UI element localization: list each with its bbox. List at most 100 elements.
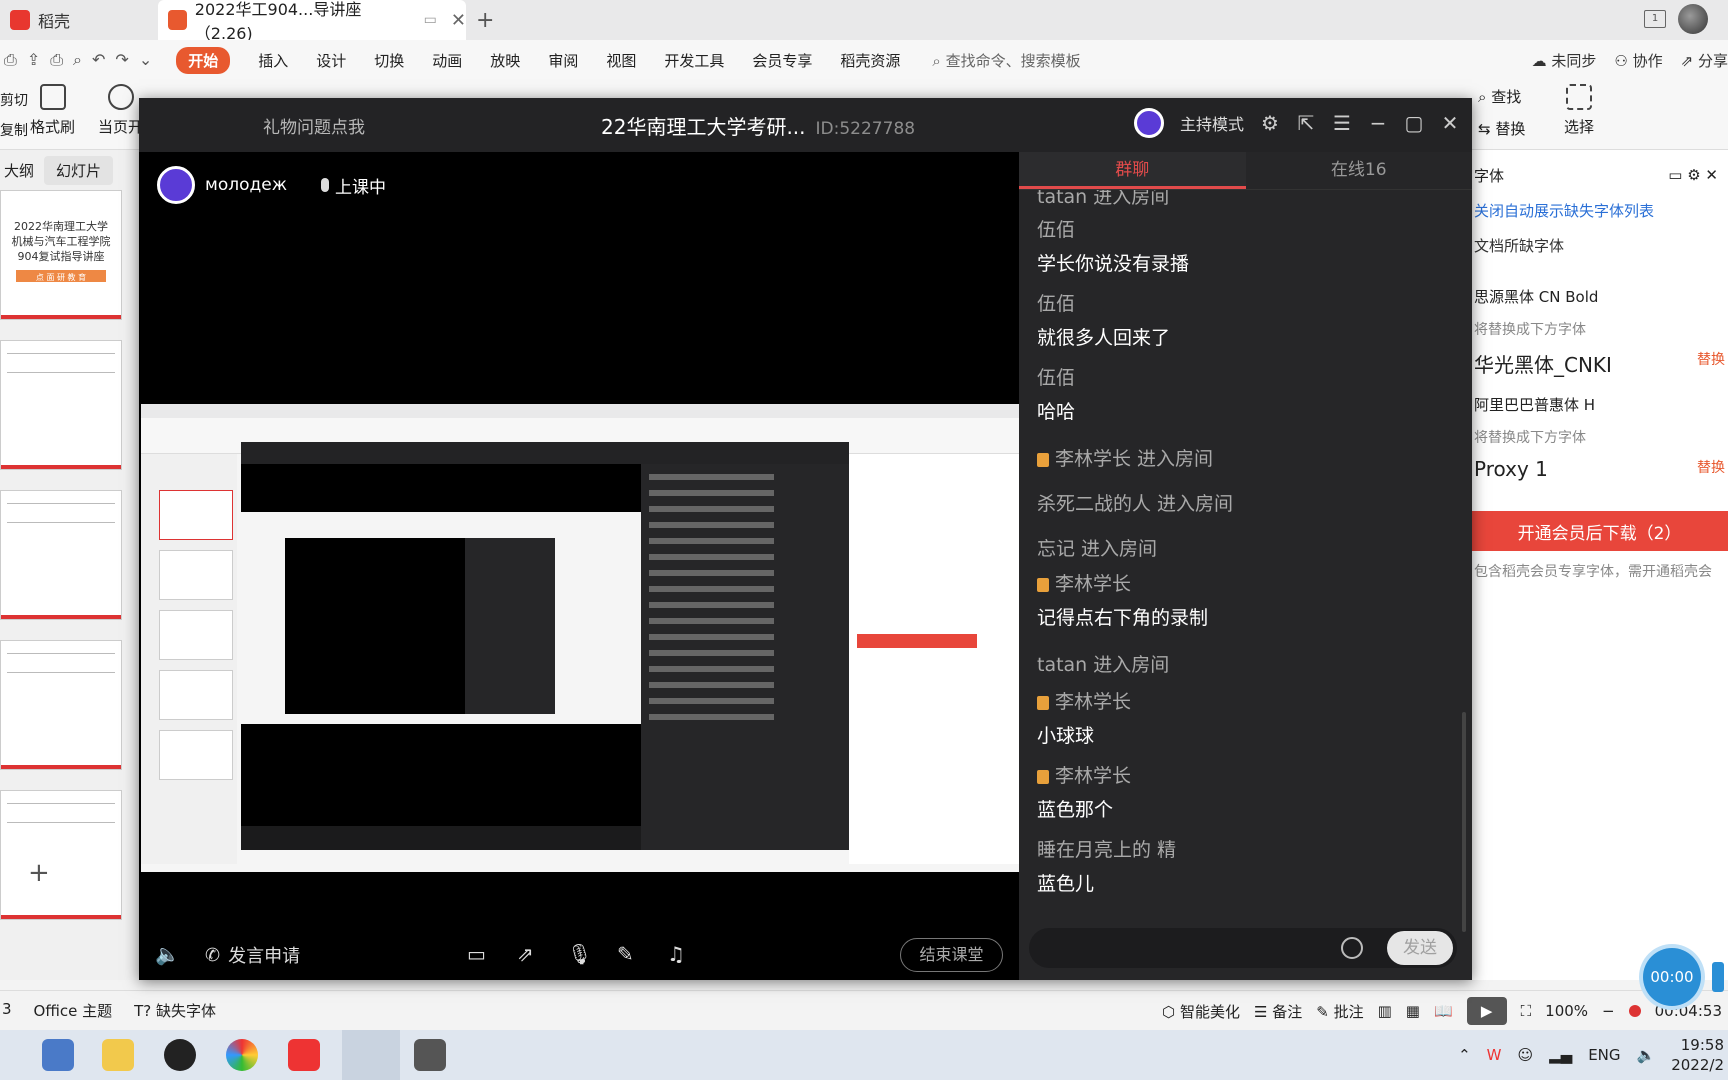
menu-design[interactable]: 设计: [316, 50, 346, 71]
slide-thumbnail-2[interactable]: [0, 340, 122, 470]
tab-outline[interactable]: 大纲: [4, 160, 34, 181]
menu-developer[interactable]: 开发工具: [664, 50, 724, 71]
beautify-button[interactable]: ⬡ 智能美化: [1162, 1001, 1240, 1022]
chat-scrollbar[interactable]: [1462, 712, 1466, 932]
wps-icon[interactable]: [288, 1039, 320, 1071]
tray-expand-icon[interactable]: ⌃: [1458, 1046, 1471, 1064]
slide-thumbnail-4[interactable]: [0, 640, 122, 770]
fit-icon[interactable]: ⛶: [1521, 1002, 1532, 1020]
user-avatar[interactable]: [1678, 4, 1708, 34]
find-button[interactable]: ⌕ 查找: [1478, 86, 1521, 107]
more-chevron-icon[interactable]: ⌄: [139, 50, 152, 70]
slide-thumbnail-3[interactable]: [0, 490, 122, 620]
menu-icon[interactable]: ☰: [1332, 113, 1352, 133]
network-icon[interactable]: ▂▄: [1549, 1046, 1572, 1064]
slideshow-app-icon[interactable]: [414, 1039, 446, 1071]
window-count-icon[interactable]: 1: [1644, 10, 1666, 28]
redo-icon[interactable]: ↷: [115, 50, 128, 70]
screen-share-icon[interactable]: ⇗: [517, 942, 534, 966]
user-tray-icon[interactable]: ☺: [1517, 1046, 1533, 1064]
theme-name[interactable]: Office 主题: [34, 1000, 113, 1021]
chat-icon[interactable]: ▭: [1668, 166, 1682, 184]
tab-online-users[interactable]: 在线16: [1246, 152, 1473, 189]
print-icon[interactable]: ⎙: [50, 50, 63, 70]
zoom-level[interactable]: 100%: [1545, 1002, 1588, 1020]
system-clock[interactable]: 19:58 2022/2: [1671, 1035, 1724, 1075]
sync-status[interactable]: ☁ 未同步: [1532, 50, 1597, 71]
menu-member[interactable]: 会员专享: [752, 50, 812, 71]
play-from-current-button[interactable]: 当页开: [98, 84, 143, 137]
file-manager-icon[interactable]: [102, 1039, 134, 1071]
menu-animation[interactable]: 动画: [432, 50, 462, 71]
comments-button[interactable]: ✎ 批注: [1316, 1001, 1363, 1022]
collab-button[interactable]: ⚇ 协作: [1614, 50, 1662, 71]
zoom-out-icon[interactable]: −: [1602, 1002, 1615, 1020]
menu-docer[interactable]: 稻壳资源: [840, 50, 900, 71]
minimize-icon[interactable]: −: [1368, 113, 1388, 133]
emoji-icon[interactable]: [1341, 937, 1363, 959]
menu-home[interactable]: 开始: [176, 46, 231, 74]
slide-thumbnail-1[interactable]: 2022华南理工大学 机械与汽车工程学院 904复试指导讲座 点 面 研 教 育: [0, 190, 122, 320]
format-brush-button[interactable]: 格式刷: [30, 84, 75, 137]
maximize-icon[interactable]: ▢: [1404, 113, 1424, 133]
reading-view-icon[interactable]: 📖: [1434, 1002, 1453, 1020]
gear-icon[interactable]: ⚙: [1687, 166, 1700, 184]
close-icon[interactable]: ✕: [1440, 113, 1460, 133]
slideshow-play-button[interactable]: ▶: [1466, 997, 1507, 1025]
notes-button[interactable]: ☰ 备注: [1254, 1001, 1302, 1022]
classroom-app-icon[interactable]: [342, 1030, 400, 1080]
chat-input[interactable]: 发送: [1029, 928, 1457, 968]
undo-icon[interactable]: ↶: [92, 50, 105, 70]
tab-home[interactable]: 稻壳: [0, 0, 155, 40]
cut-button[interactable]: 剪切: [0, 90, 28, 110]
host-mode-label[interactable]: 主持模式: [1180, 111, 1244, 135]
tab-slides[interactable]: 幻灯片: [44, 155, 114, 185]
preview-icon[interactable]: ⌕: [73, 50, 82, 70]
export-icon[interactable]: ⇪: [27, 50, 40, 70]
select-button[interactable]: 选择: [1564, 84, 1594, 137]
tab-close-icon[interactable]: ✕: [451, 10, 466, 31]
speaker-icon[interactable]: 🔈: [155, 942, 180, 966]
settings-icon[interactable]: ⚙: [1260, 113, 1280, 133]
apply-speak-button[interactable]: ✆ 发言申请: [205, 942, 300, 968]
save-icon[interactable]: ⎙: [4, 50, 17, 70]
external-window-icon[interactable]: ⇱: [1296, 113, 1316, 133]
chrome-icon[interactable]: [226, 1039, 258, 1071]
send-button[interactable]: 发送: [1387, 931, 1453, 965]
normal-view-icon[interactable]: ▥: [1378, 1002, 1392, 1020]
download-fonts-button[interactable]: 开通会员后下载（2）: [1471, 511, 1728, 551]
language-indicator[interactable]: ENG: [1588, 1046, 1620, 1064]
add-slide-button[interactable]: +: [28, 858, 50, 888]
tab-float-icon[interactable]: ▭: [424, 12, 437, 28]
camera-off-icon[interactable]: ▭: [467, 942, 486, 966]
hide-missing-fonts-link[interactable]: 关闭自动展示缺失字体列表: [1471, 200, 1728, 221]
whiteboard-icon[interactable]: ✎: [617, 942, 634, 966]
grid-view-icon[interactable]: ▦: [1406, 1002, 1420, 1020]
screen-recorder-widget[interactable]: 00:00: [1643, 948, 1701, 1006]
wps-tray-icon[interactable]: W: [1487, 1046, 1502, 1064]
command-search[interactable]: ⌕ 查找命令、搜索模板: [932, 50, 1080, 71]
missing-font-button[interactable]: T? 缺失字体: [134, 1000, 216, 1021]
qq-icon[interactable]: [164, 1039, 196, 1071]
end-class-button[interactable]: 结束课堂: [900, 938, 1003, 972]
volume-icon[interactable]: 🔈: [1637, 1046, 1656, 1064]
menu-insert[interactable]: 插入: [258, 50, 288, 71]
copy-button[interactable]: 复制: [0, 120, 28, 140]
menu-slideshow[interactable]: 放映: [490, 50, 520, 71]
close-icon[interactable]: ✕: [1705, 166, 1718, 184]
replace-button[interactable]: ⇆ 替换: [1478, 118, 1525, 139]
tab-document[interactable]: 2022华工904...导讲座（2.26) ▭ ✕: [158, 0, 466, 43]
menu-view[interactable]: 视图: [606, 50, 636, 71]
replace-font-button[interactable]: 替换: [1697, 349, 1725, 378]
menu-transition[interactable]: 切换: [374, 50, 404, 71]
slide-thumbnail-5[interactable]: [0, 790, 122, 920]
replace-font-button[interactable]: 替换: [1697, 457, 1725, 481]
recorder-handle[interactable]: [1712, 962, 1724, 992]
tab-group-chat[interactable]: 群聊: [1019, 152, 1246, 189]
share-button[interactable]: ⇗ 分享: [1681, 50, 1728, 71]
new-tab-button[interactable]: +: [476, 0, 506, 40]
gift-help-link[interactable]: 礼物问题点我: [263, 113, 365, 138]
menu-review[interactable]: 审阅: [548, 50, 578, 71]
music-icon[interactable]: ♫: [667, 942, 685, 966]
microphone-icon[interactable]: 🎙: [567, 942, 592, 966]
